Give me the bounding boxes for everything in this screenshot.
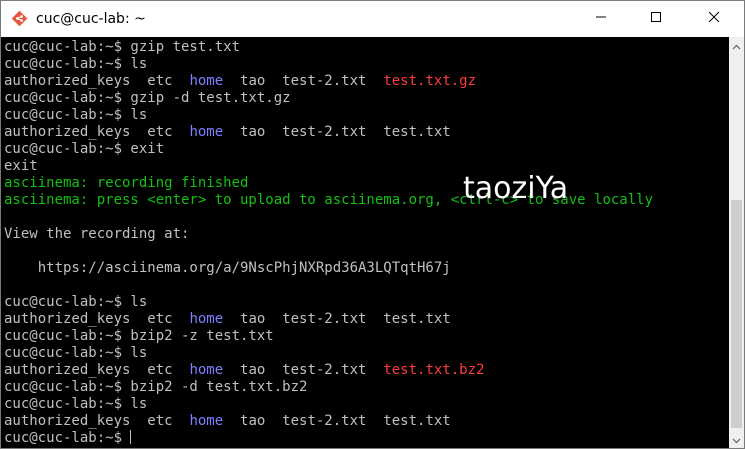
terminal-text-segment: cuc@cuc-lab:~$ bzip2 -z test.txt bbox=[4, 328, 274, 344]
minimize-icon bbox=[595, 10, 607, 28]
terminal-output[interactable]: cuc@cuc-lab:~$ gzip test.txt cuc@cuc-lab:… bbox=[1, 37, 729, 448]
text-cursor bbox=[130, 430, 132, 444]
terminal-text-segment: cuc@cuc-lab:~$ ls bbox=[4, 345, 148, 361]
terminal-line: cuc@cuc-lab:~$ gzip test.txt bbox=[4, 39, 240, 56]
watermark-text: taoziYa bbox=[463, 171, 569, 206]
terminal-line: authorized_keys etc home tao test-2.txt … bbox=[4, 413, 451, 430]
terminal-text-segment: cuc@cuc-lab:~$ bzip2 -d test.txt.bz2 bbox=[4, 379, 308, 395]
terminal-line: cuc@cuc-lab:~$ bzip2 -d test.txt.bz2 bbox=[4, 379, 307, 396]
minimize-button[interactable] bbox=[578, 1, 624, 37]
maximize-button[interactable] bbox=[633, 1, 679, 37]
terminal-text-segment: cuc@cuc-lab:~$ bbox=[4, 430, 131, 446]
scrollbar-thumb[interactable] bbox=[731, 200, 742, 428]
terminal-text-segment: tao test-2.txt bbox=[223, 362, 384, 378]
terminal-text-segment: cuc@cuc-lab:~$ ls bbox=[4, 294, 148, 310]
terminal-text-segment: cuc@cuc-lab:~$ gzip test.txt bbox=[4, 39, 241, 55]
chevron-up-icon bbox=[732, 37, 741, 55]
scroll-down-button[interactable] bbox=[729, 431, 744, 448]
terminal-text-segment: tao test-2.txt test.txt bbox=[223, 311, 451, 327]
terminal-line: authorized_keys etc home tao test-2.txt … bbox=[4, 311, 451, 328]
maximize-icon bbox=[650, 10, 662, 28]
terminal-text-segment: authorized_keys etc bbox=[4, 124, 190, 140]
terminal-text-segment: exit bbox=[4, 158, 38, 174]
terminal-text-segment: home bbox=[189, 311, 224, 327]
terminal-text-segment: asciinema: recording finished bbox=[4, 175, 249, 191]
terminal-text-segment: home bbox=[189, 124, 224, 140]
terminal-line: cuc@cuc-lab:~$ ls bbox=[4, 396, 147, 413]
terminal-line: cuc@cuc-lab:~$ ls bbox=[4, 294, 147, 311]
terminal-line: cuc@cuc-lab:~$ exit bbox=[4, 141, 164, 158]
close-icon bbox=[708, 10, 720, 28]
terminal-text-segment: home bbox=[189, 73, 224, 89]
scroll-up-button[interactable] bbox=[729, 37, 744, 54]
terminal-text-segment: home bbox=[189, 362, 224, 378]
window-title: cuc@cuc-lab: ~ bbox=[36, 11, 146, 27]
terminal-text-segment: test.txt.gz bbox=[383, 73, 477, 89]
terminal-window: cuc@cuc-lab: ~ cuc@cuc-lab:~$ gzip test.… bbox=[0, 0, 745, 449]
terminal-line: exit bbox=[4, 158, 38, 175]
terminal-text-segment: cuc@cuc-lab:~$ ls bbox=[4, 56, 148, 72]
terminal-text-segment: tao test-2.txt test.txt bbox=[223, 413, 451, 429]
terminal-text-segment: cuc@cuc-lab:~$ gzip -d test.txt.gz bbox=[4, 90, 291, 106]
terminal-text-segment: authorized_keys etc bbox=[4, 311, 190, 327]
terminal-text-segment: tao test-2.txt bbox=[223, 73, 384, 89]
close-button[interactable] bbox=[691, 1, 737, 37]
terminal-line: cuc@cuc-lab:~$ ls bbox=[4, 345, 147, 362]
terminal-line: cuc@cuc-lab:~$ bzip2 -z test.txt bbox=[4, 328, 274, 345]
terminal-line: asciinema: recording finished bbox=[4, 175, 248, 192]
terminal-text-segment: cuc@cuc-lab:~$ ls bbox=[4, 107, 148, 123]
terminal-text-segment: home bbox=[189, 413, 224, 429]
terminal-line: authorized_keys etc home tao test-2.txt … bbox=[4, 124, 451, 141]
terminal-text-segment: authorized_keys etc bbox=[4, 413, 190, 429]
terminal-text-segment: test.txt.bz2 bbox=[383, 362, 485, 378]
terminal-text-segment: authorized_keys etc bbox=[4, 73, 190, 89]
terminal-line: cuc@cuc-lab:~$ gzip -d test.txt.gz bbox=[4, 90, 291, 107]
git-diamond-icon bbox=[11, 10, 28, 27]
terminal-text-segment: View the recording at: bbox=[4, 226, 190, 242]
terminal-line: https://asciinema.org/a/9NscPhjNXRpd36A3… bbox=[4, 260, 451, 277]
terminal-line: cuc@cuc-lab:~$ bbox=[4, 430, 132, 447]
chevron-down-icon bbox=[732, 431, 741, 449]
terminal-text-segment: tao test-2.txt test.txt bbox=[223, 124, 451, 140]
terminal-text-segment: cuc@cuc-lab:~$ exit bbox=[4, 141, 165, 157]
terminal-text-segment: authorized_keys etc bbox=[4, 362, 190, 378]
terminal-line: authorized_keys etc home tao test-2.txt … bbox=[4, 362, 484, 379]
terminal-line: View the recording at: bbox=[4, 226, 189, 243]
terminal-text-segment: https://asciinema.org/a/9NscPhjNXRpd36A3… bbox=[4, 260, 451, 276]
terminal-line: authorized_keys etc home tao test-2.txt … bbox=[4, 73, 476, 90]
terminal-line: cuc@cuc-lab:~$ ls bbox=[4, 56, 147, 73]
vertical-scrollbar[interactable] bbox=[729, 37, 744, 448]
title-bar[interactable]: cuc@cuc-lab: ~ bbox=[1, 1, 744, 37]
terminal-line: cuc@cuc-lab:~$ ls bbox=[4, 107, 147, 124]
terminal-text-segment: cuc@cuc-lab:~$ ls bbox=[4, 396, 148, 412]
